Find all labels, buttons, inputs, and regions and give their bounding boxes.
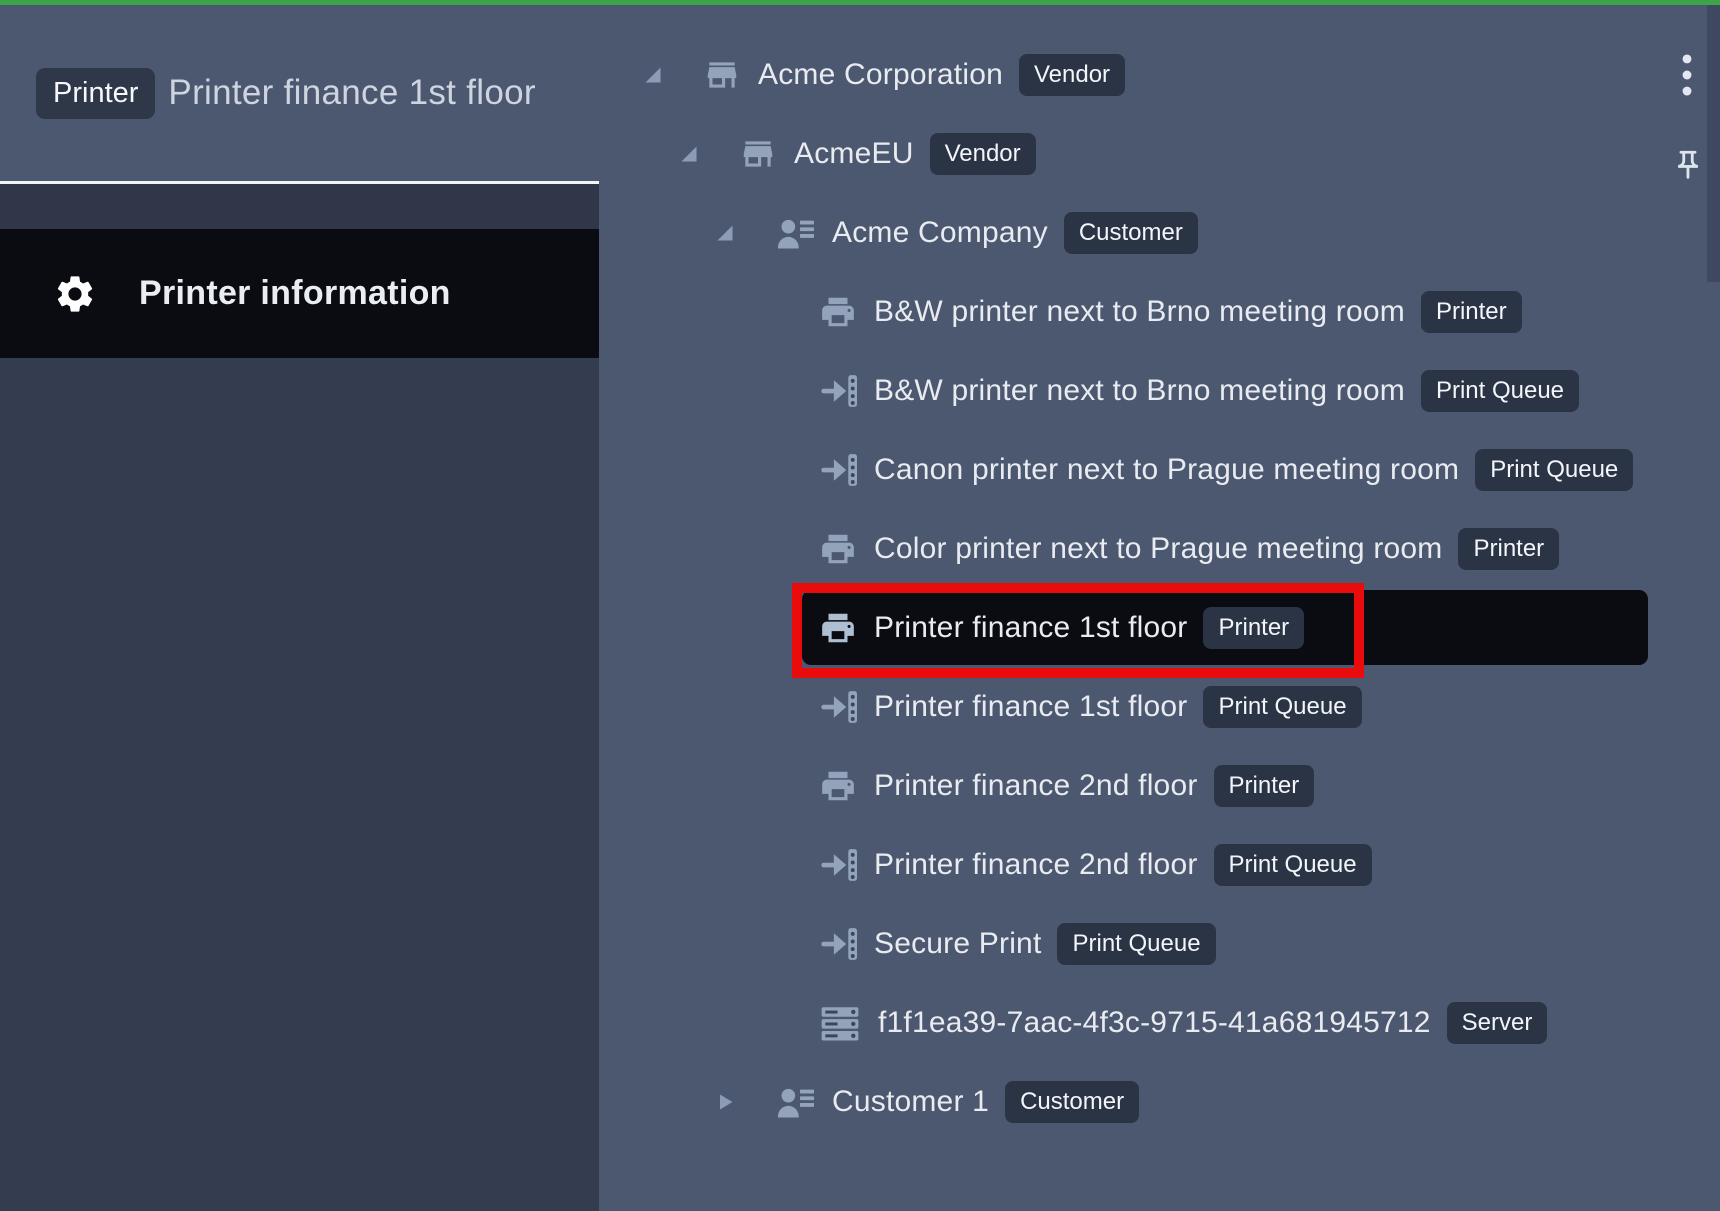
tree-row[interactable]: Secure Print Print Queue — [599, 904, 1720, 983]
scrollbar-thumb[interactable] — [1707, 5, 1720, 282]
section-title: Printer information — [139, 274, 451, 313]
tree-row[interactable]: f1f1ea39-7aac-4f3c-9715-41a681945712 Serv… — [599, 983, 1720, 1062]
type-badge: Vendor — [1019, 54, 1125, 96]
print-queue-icon — [819, 372, 857, 410]
tree-row-label: B&W printer next to Brno meeting room — [874, 295, 1405, 329]
pin-icon — [1671, 148, 1705, 182]
type-badge: Vendor — [930, 133, 1036, 175]
type-badge: Customer — [1005, 1081, 1139, 1123]
tree-row[interactable]: Acme Company Customer — [599, 193, 1720, 272]
caret-expanded-icon[interactable] — [643, 65, 663, 85]
tree-row[interactable]: AcmeEU Vendor — [599, 114, 1720, 193]
printer-icon — [819, 293, 857, 331]
type-badge: Printer — [1458, 528, 1559, 570]
customer-icon — [775, 1082, 815, 1122]
type-badge: Customer — [1064, 212, 1198, 254]
caret-expanded-icon[interactable] — [679, 144, 699, 164]
detail-panel: Printer Printer finance 1st floor Printe… — [0, 5, 599, 1211]
tree-row-label: f1f1ea39-7aac-4f3c-9715-41a681945712 — [878, 1006, 1431, 1040]
customer-icon — [775, 213, 815, 253]
org-tree-panel: Acme CorporationVendorAcmeEUVendorAcme C… — [599, 5, 1720, 1211]
detail-header: Printer Printer finance 1st floor — [0, 5, 599, 181]
caret-collapsed-icon[interactable] — [715, 1092, 735, 1112]
tree-row-label: Printer finance 2nd floor — [874, 769, 1198, 803]
tree-row[interactable]: B&W printer next to Brno meeting room Pri… — [599, 351, 1720, 430]
type-badge: Print Queue — [1214, 844, 1372, 886]
printer-management-app: Printer Printer finance 1st floor Printe… — [0, 0, 1720, 1211]
store-icon — [739, 135, 777, 173]
print-queue-icon — [819, 451, 857, 489]
tree-row[interactable]: Printer finance 1st floor Print Queue — [599, 667, 1720, 746]
tree-row[interactable]: Printer finance 2nd floor Printer — [599, 746, 1720, 825]
type-badge: Print Queue — [1475, 449, 1633, 491]
tree-row-label: Color printer next to Prague meeting roo… — [874, 532, 1442, 566]
printer-icon — [819, 767, 857, 805]
page-title: Printer finance 1st floor — [168, 73, 535, 113]
print-queue-icon — [819, 688, 857, 726]
type-badge: Print Queue — [1203, 686, 1361, 728]
pin-panel-button[interactable] — [1668, 143, 1708, 187]
tree-row-label: Secure Print — [874, 927, 1041, 961]
kebab-icon — [1682, 54, 1692, 96]
section-header[interactable]: Printer information — [0, 229, 599, 358]
type-badge: Print Queue — [1421, 370, 1579, 412]
tree-row-label: Printer finance 1st floor — [874, 690, 1187, 724]
tree-row-label: Printer finance 1st floor — [874, 611, 1187, 645]
tree-row-label: Canon printer next to Prague meeting roo… — [874, 453, 1459, 487]
tree-row[interactable]: Printer finance 1st floor Printer — [599, 588, 1720, 667]
printer-icon — [819, 609, 857, 647]
tree-row[interactable]: Canon printer next to Prague meeting roo… — [599, 430, 1720, 509]
print-queue-icon — [819, 925, 857, 963]
type-badge: Printer — [1203, 607, 1304, 649]
server-icon — [819, 1002, 861, 1044]
tree-row-label: B&W printer next to Brno meeting room — [874, 374, 1405, 408]
gear-icon — [53, 272, 97, 316]
tree-row-label: Acme Company — [832, 216, 1048, 250]
tree-row[interactable]: Color printer next to Prague meeting roo… — [599, 509, 1720, 588]
store-icon — [703, 56, 741, 94]
more-options-button[interactable] — [1673, 47, 1701, 103]
tree-row-label: Printer finance 2nd floor — [874, 848, 1198, 882]
tree-row[interactable]: Customer 1 Customer — [599, 1062, 1720, 1141]
tree-row-label: Customer 1 — [832, 1085, 989, 1119]
entity-type-badge: Printer — [36, 68, 155, 119]
caret-expanded-icon[interactable] — [715, 223, 735, 243]
type-badge: Server — [1447, 1002, 1548, 1044]
type-badge: Printer — [1214, 765, 1315, 807]
tree-row[interactable]: Acme Corporation Vendor — [599, 35, 1720, 114]
detail-body-empty — [0, 358, 599, 1211]
tree-row-label: AcmeEU — [794, 137, 914, 171]
section-header-strip — [0, 184, 599, 229]
print-queue-icon — [819, 846, 857, 884]
tree-row[interactable]: B&W printer next to Brno meeting room Pri… — [599, 272, 1720, 351]
org-tree: Acme CorporationVendorAcmeEUVendorAcme C… — [599, 35, 1720, 1141]
type-badge: Print Queue — [1057, 923, 1215, 965]
tree-row[interactable]: Printer finance 2nd floor Print Queue — [599, 825, 1720, 904]
type-badge: Printer — [1421, 291, 1522, 333]
printer-icon — [819, 530, 857, 568]
tree-row-label: Acme Corporation — [758, 58, 1003, 92]
